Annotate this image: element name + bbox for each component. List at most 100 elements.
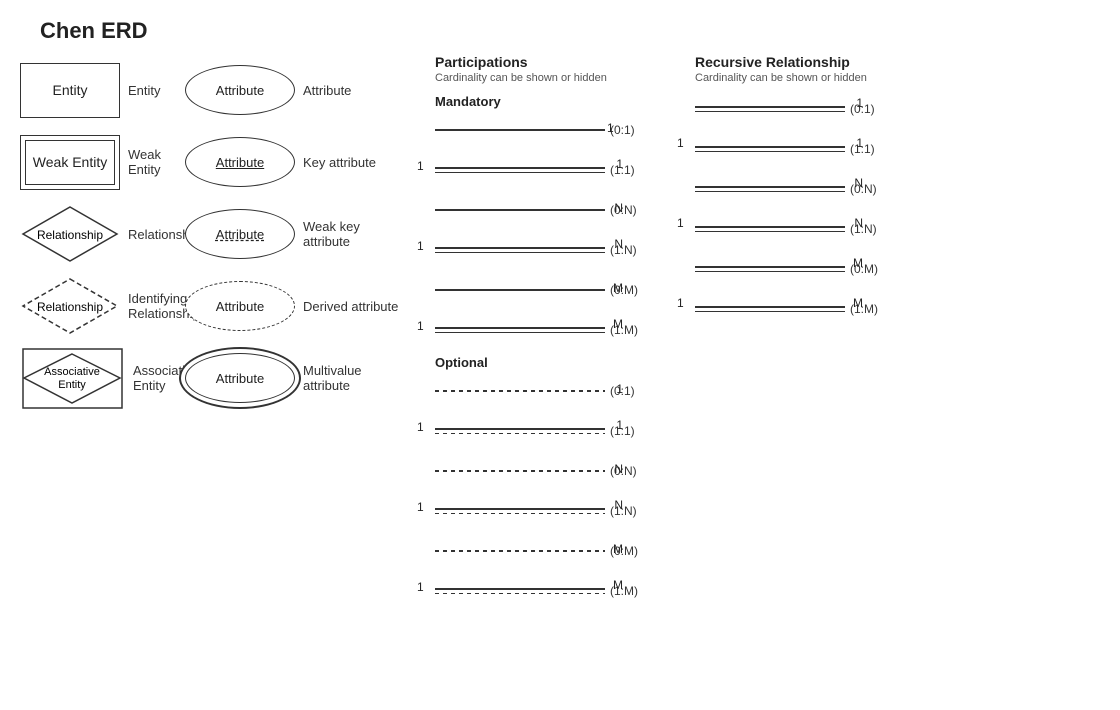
recursive-11-right-num: 1 bbox=[856, 136, 863, 150]
recursive-0N-right-num: N bbox=[854, 176, 863, 190]
weak-key-attribute-description: Weak key attribute bbox=[303, 219, 405, 249]
participation-mandatory-11: 1 1 (1:1) bbox=[435, 155, 695, 185]
page-title: Chen ERD bbox=[0, 0, 1120, 54]
recursive-0M-line bbox=[695, 266, 845, 272]
mandatory-1M-line-area: 1 M bbox=[435, 327, 605, 333]
recursive-section: Recursive Relationship Cardinality can b… bbox=[695, 54, 925, 616]
recursive-title: Recursive Relationship bbox=[695, 54, 925, 70]
recursive-11-line-area: 1 1 bbox=[695, 146, 845, 152]
shapes-column: Entity Entity Weak Entity Weak Entity bbox=[20, 54, 175, 616]
optional-0N-right-num: N bbox=[614, 462, 623, 476]
recursive-1N: 1 N (1:N) bbox=[695, 214, 925, 244]
mandatory-1M-line bbox=[435, 327, 605, 333]
recursive-01-line-area: 1 bbox=[695, 106, 845, 112]
participation-mandatory-0N: N (0:N) bbox=[435, 195, 695, 225]
recursive-1M-line-area: 1 M bbox=[695, 306, 845, 312]
optional-1N-left-num: 1 bbox=[417, 500, 424, 514]
optional-11-solid bbox=[435, 428, 605, 430]
mandatory-label: Mandatory bbox=[435, 94, 695, 109]
recursive-subtitle: Cardinality can be shown or hidden bbox=[695, 72, 925, 84]
relationship-row: Relationship Relationship bbox=[20, 198, 175, 270]
recursive-1N-right-num: N bbox=[854, 216, 863, 230]
recursive-01: 1 (0:1) bbox=[695, 94, 925, 124]
entity-row: Entity Entity bbox=[20, 54, 175, 126]
optional-1N-right-num: N bbox=[614, 498, 623, 512]
recursive-0M: M (0:M) bbox=[695, 254, 925, 284]
optional-1N-dashed bbox=[435, 513, 605, 515]
recursive-0M-right-num: M bbox=[853, 256, 863, 270]
entity-label: Entity bbox=[52, 82, 87, 98]
recursive-0N-line bbox=[695, 186, 845, 192]
svg-text:Relationship: Relationship bbox=[37, 228, 103, 242]
derived-attribute-label: Attribute bbox=[216, 299, 264, 314]
weak-key-attribute-label: Attribute bbox=[216, 227, 264, 242]
weak-entity-label: Weak Entity bbox=[33, 154, 107, 170]
optional-11-right-num: 1 bbox=[616, 418, 623, 432]
optional-1M-line-area: 1 M bbox=[435, 588, 605, 594]
mandatory-1N-right-num: N bbox=[614, 237, 623, 251]
entity-description: Entity bbox=[128, 83, 175, 98]
optional-11-left-num: 1 bbox=[417, 420, 424, 434]
associative-entity-shape: Associative Entity bbox=[20, 346, 125, 411]
identifying-relationship-row: Relationship Identifying Relationship bbox=[20, 270, 175, 342]
recursive-0N: N (0:N) bbox=[695, 174, 925, 204]
participation-mandatory-0M: M (0:M) bbox=[435, 275, 695, 305]
weak-entity-description: Weak Entity bbox=[128, 147, 175, 177]
optional-1N-line-area: 1 N bbox=[435, 508, 605, 514]
attribute-shape: Attribute bbox=[185, 65, 295, 115]
optional-11-dashed bbox=[435, 433, 605, 435]
optional-0M-right-num: M bbox=[613, 542, 623, 556]
derived-attribute-shape: Attribute bbox=[185, 281, 295, 331]
participation-mandatory-01: 1 (0:1) bbox=[435, 115, 695, 145]
weak-entity-row: Weak Entity Weak Entity bbox=[20, 126, 175, 198]
mandatory-1M-left-num: 1 bbox=[417, 319, 424, 333]
key-attribute-ellipse: Attribute bbox=[185, 137, 295, 187]
mandatory-01-right-num: 1 bbox=[607, 121, 623, 135]
optional-1M-dashed bbox=[435, 593, 605, 595]
attribute-row: Attribute Attribute bbox=[185, 54, 405, 126]
recursive-1M-right-num: M bbox=[853, 296, 863, 310]
multivalue-attribute-label: Attribute bbox=[216, 371, 264, 386]
derived-attribute-ellipse: Attribute bbox=[185, 281, 295, 331]
weak-key-attribute-ellipse: Attribute bbox=[185, 209, 295, 259]
entity-box: Entity bbox=[20, 63, 120, 118]
optional-0M-line-area: M bbox=[435, 550, 605, 552]
weak-entity-shape: Weak Entity bbox=[20, 135, 120, 190]
associative-entity-row: Associative Entity Associative Entity bbox=[20, 342, 175, 414]
optional-0N-line bbox=[435, 470, 605, 472]
right-panel: Participations Cardinality can be shown … bbox=[405, 54, 1100, 616]
mandatory-0M-line-area: M bbox=[435, 289, 605, 291]
participations-subtitle: Cardinality can be shown or hidden bbox=[435, 72, 695, 84]
optional-0M-line bbox=[435, 550, 605, 552]
svg-text:Entity: Entity bbox=[58, 379, 86, 391]
entity-shape: Entity bbox=[20, 63, 120, 118]
optional-01-right-num: 1 bbox=[616, 382, 623, 396]
participation-mandatory-1M: 1 M (1:M) bbox=[435, 315, 695, 345]
multivalue-attribute-row: Attribute Multivalue attribute bbox=[185, 342, 405, 414]
optional-11-line-area: 1 1 bbox=[435, 428, 605, 434]
optional-label: Optional bbox=[435, 355, 695, 370]
multivalue-attribute-description: Multivalue attribute bbox=[303, 363, 405, 393]
mandatory-11-line-area: 1 1 bbox=[435, 167, 605, 173]
associative-entity-icon: Associative Entity bbox=[20, 346, 125, 411]
optional-0N-line-area: N bbox=[435, 470, 605, 472]
mandatory-01-line-area: 1 bbox=[435, 129, 605, 131]
weak-entity-box: Weak Entity bbox=[20, 135, 120, 190]
derived-attribute-description: Derived attribute bbox=[303, 299, 405, 314]
mandatory-0N-line bbox=[435, 209, 605, 211]
participations-section: Participations Cardinality can be shown … bbox=[435, 54, 695, 616]
recursive-1M-left-num: 1 bbox=[677, 296, 684, 310]
mandatory-1M-right-num: M bbox=[613, 317, 623, 331]
key-attribute-row: Attribute Key attribute bbox=[185, 126, 405, 198]
mandatory-0N-right-num: N bbox=[614, 201, 623, 215]
participation-mandatory-1N: 1 N (1:N) bbox=[435, 235, 695, 265]
participation-optional-01: 1 (0:1) bbox=[435, 376, 695, 406]
recursive-0M-line-area: M bbox=[695, 266, 845, 272]
identifying-relationship-diamond-icon: Relationship bbox=[20, 276, 120, 336]
participation-optional-1M: 1 M (1:M) bbox=[435, 576, 695, 606]
recursive-01-line bbox=[695, 106, 845, 112]
participation-optional-0M: M (0:M) bbox=[435, 536, 695, 566]
attributes-column: Attribute Attribute Attribute Key attrib… bbox=[185, 54, 405, 616]
mandatory-0N-line-area: N bbox=[435, 209, 605, 211]
relationship-diamond-icon: Relationship bbox=[20, 204, 120, 264]
